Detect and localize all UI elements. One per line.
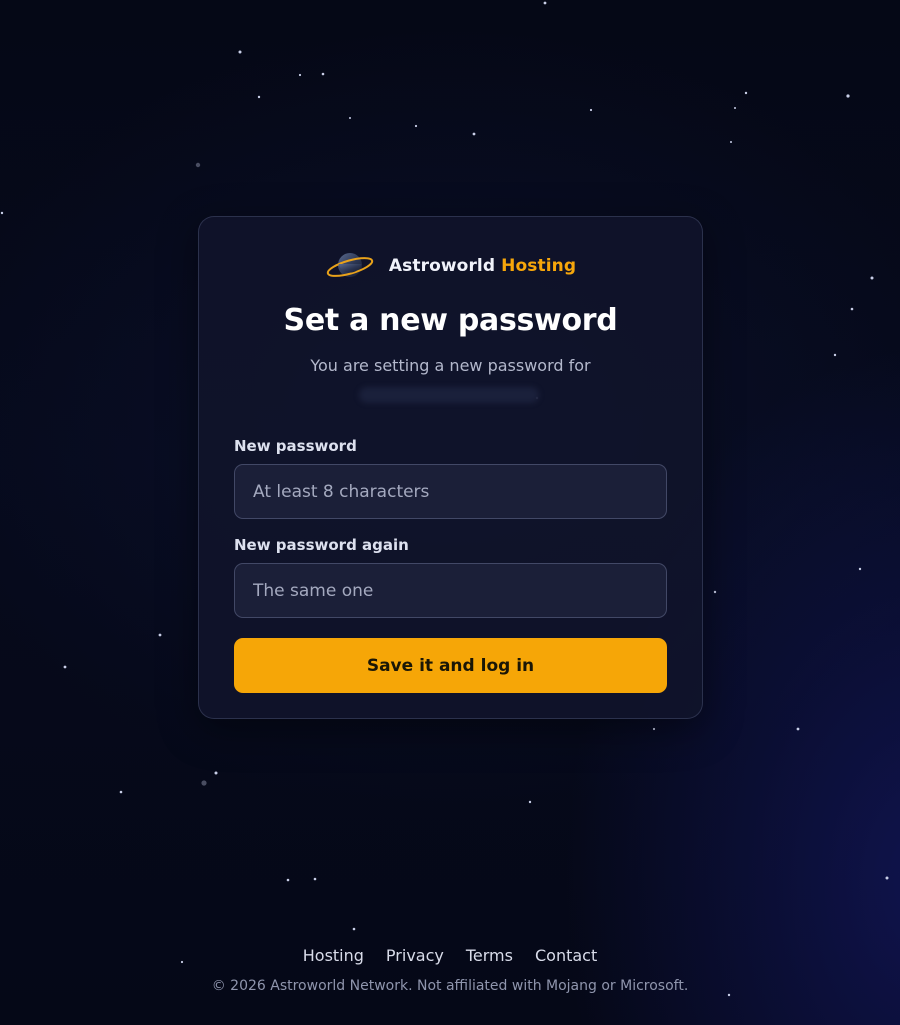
footer-nav: Hosting Privacy Terms Contact [0,946,900,965]
confirm-password-input[interactable] [234,563,667,618]
footer-link-privacy[interactable]: Privacy [386,946,444,965]
footer-link-hosting[interactable]: Hosting [303,946,364,965]
copyright-text: © 2026 Astroworld Network. Not affiliate… [211,978,689,994]
planet-with-ring-icon [326,253,374,277]
new-password-input[interactable] [234,464,667,519]
brand-name: Astroworld Hosting [389,256,576,276]
confirm-password-label: New password again [234,536,409,554]
new-password-label: New password [234,437,357,455]
page-title: Set a new password [283,303,618,338]
redacted-email [359,387,539,403]
brand-name-accent: Hosting [501,256,577,276]
save-and-login-button[interactable]: Save it and log in [234,638,667,693]
page-subtitle: You are setting a new password for [310,356,591,375]
reset-password-card: Astroworld Hosting Set a new password Yo… [198,216,703,719]
brand-name-primary: Astroworld [388,256,496,276]
brand-header: Astroworld Hosting [199,247,702,285]
footer-link-contact[interactable]: Contact [535,946,597,965]
footer-link-terms[interactable]: Terms [466,946,513,965]
